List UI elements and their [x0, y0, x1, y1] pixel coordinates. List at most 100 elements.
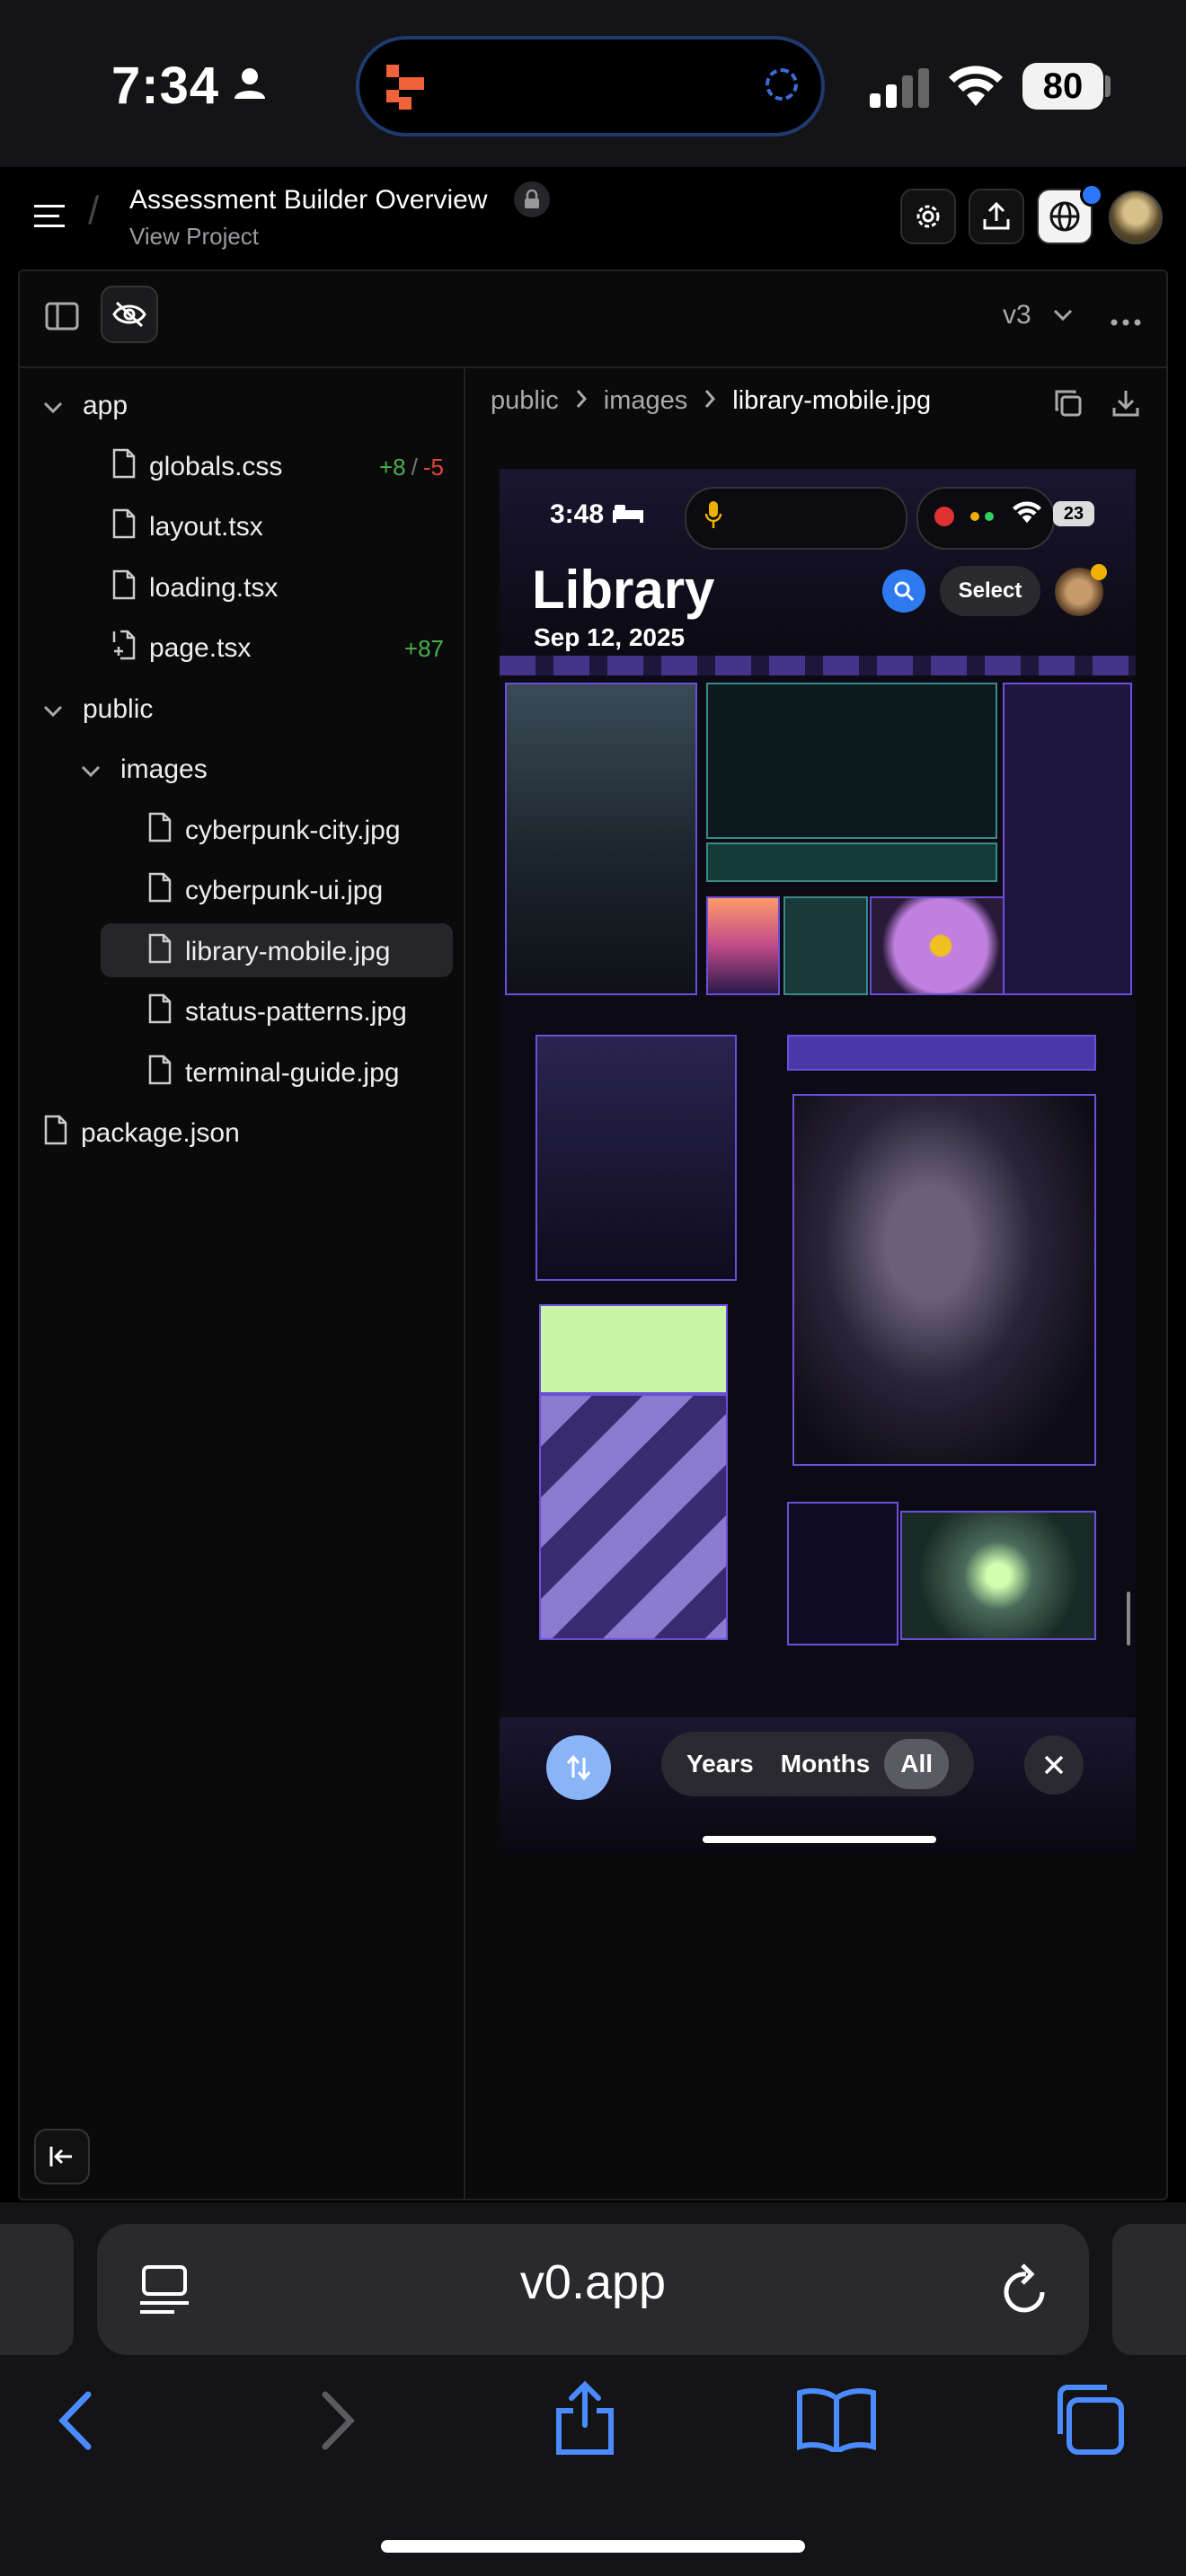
settings-button[interactable] — [900, 189, 956, 244]
chevron-down-icon — [43, 694, 63, 725]
tree-item-status-patterns-jpg[interactable]: status-patterns.jpg — [111, 985, 449, 1039]
copy-icon[interactable] — [1053, 388, 1084, 423]
menu-icon[interactable] — [34, 203, 66, 234]
tree-item-label: cyberpunk-city.jpg — [185, 816, 401, 845]
tree-item-label: public — [83, 694, 154, 724]
gallery-photo — [783, 896, 868, 995]
home-indicator — [381, 2540, 805, 2553]
lock-icon — [514, 181, 550, 217]
diff-removed: -5 — [422, 454, 444, 481]
file-plus-icon — [111, 630, 137, 667]
gallery-photo — [706, 896, 780, 995]
file-icon — [147, 933, 173, 971]
eye-off-icon — [112, 301, 146, 328]
collapse-sidebar-button[interactable] — [34, 2129, 90, 2184]
bookmarks-icon[interactable] — [796, 2386, 877, 2457]
project-title[interactable]: Assessment Builder Overview — [129, 185, 487, 216]
image-preview[interactable]: 3:48 23 Library Sep 12, 2025 Select Year… — [500, 469, 1136, 1854]
tree-item-cyberpunk-ui-jpg[interactable]: cyberpunk-ui.jpg — [111, 864, 449, 918]
tree-item-public[interactable]: public — [38, 683, 449, 737]
version-selector[interactable]: v3 — [1003, 300, 1031, 331]
sidebar-toggle-icon[interactable] — [45, 302, 79, 335]
app-logo-icon — [386, 65, 426, 114]
gear-icon — [916, 205, 940, 228]
cellular-signal-icon — [870, 68, 933, 112]
tree-item-app[interactable]: app — [38, 379, 449, 433]
gallery-photo — [505, 683, 697, 995]
tree-item-page-tsx[interactable]: page.tsx +87 — [75, 622, 449, 675]
breadcrumb-images[interactable]: images — [604, 386, 688, 416]
diff-added: +8 — [378, 454, 406, 481]
gallery-photo — [792, 1094, 1096, 1466]
dynamic-island[interactable] — [356, 36, 825, 137]
battery-indicator: 80 — [1022, 63, 1103, 110]
tree-item-layout-tsx[interactable]: layout.tsx — [75, 500, 449, 554]
gallery-photo — [539, 1394, 728, 1640]
preview-battery: 23 — [1053, 501, 1094, 526]
share-icon[interactable] — [552, 2380, 618, 2460]
file-icon — [147, 872, 173, 910]
breadcrumb-public[interactable]: public — [491, 386, 559, 416]
segment-all: All — [884, 1739, 950, 1789]
hide-preview-button[interactable] — [101, 286, 158, 343]
chevron-down-icon — [81, 754, 101, 785]
file-icon — [43, 1115, 68, 1152]
gallery-strip — [500, 656, 1136, 675]
tree-item-library-mobile-jpg[interactable]: library-mobile.jpg — [111, 925, 449, 979]
download-icon[interactable] — [1111, 388, 1141, 423]
wifi-icon — [947, 63, 1005, 112]
microphone-icon — [704, 501, 722, 533]
reload-icon[interactable] — [999, 2260, 1053, 2324]
status-time: 7:34 — [111, 57, 220, 115]
tree-item-globals-css[interactable]: globals.css +8/-5 — [75, 440, 449, 494]
tabs-icon[interactable] — [1051, 2382, 1125, 2460]
file-icon — [147, 993, 173, 1031]
gallery-photo — [706, 842, 997, 882]
chevron-down-icon — [43, 391, 63, 421]
preview-home-indicator — [703, 1836, 936, 1843]
battery-cap — [1105, 75, 1111, 97]
share-button[interactable] — [969, 189, 1024, 244]
forward-icon[interactable] — [314, 2389, 359, 2457]
sort-icon — [546, 1735, 611, 1800]
preview-scrollbar — [1127, 1592, 1130, 1645]
gallery-photo — [706, 683, 997, 839]
gallery-photo — [900, 1511, 1096, 1640]
tree-item-cyberpunk-city-jpg[interactable]: cyberpunk-city.jpg — [111, 804, 449, 858]
notification-dot — [1080, 183, 1103, 207]
chevron-down-icon[interactable] — [1053, 309, 1073, 326]
tree-item-images[interactable]: images — [75, 743, 449, 797]
file-icon — [111, 448, 137, 486]
tree-item-label: status-patterns.jpg — [185, 997, 407, 1027]
tree-item-terminal-guide-jpg[interactable]: terminal-guide.jpg — [111, 1046, 449, 1100]
segment-months: Months — [780, 1750, 871, 1778]
preview-avatar-dot — [1091, 564, 1107, 580]
person-icon — [232, 65, 268, 105]
bed-icon — [613, 503, 643, 527]
tree-item-label: layout.tsx — [149, 512, 263, 542]
gallery-photo — [787, 1035, 1096, 1071]
globe-icon — [1049, 201, 1080, 232]
privacy-dot-green — [985, 512, 994, 521]
segment-years: Years — [686, 1750, 754, 1778]
gallery-photo — [787, 1502, 898, 1645]
close-icon — [1024, 1735, 1084, 1795]
back-icon[interactable] — [54, 2389, 99, 2457]
upload-icon — [983, 201, 1010, 230]
gallery-photo — [1003, 683, 1132, 995]
tree-item-loading-tsx[interactable]: loading.tsx — [75, 561, 449, 615]
view-project-link[interactable]: View Project — [129, 223, 259, 251]
privacy-dot-yellow — [970, 512, 979, 521]
tree-item-label: images — [120, 754, 208, 784]
user-avatar[interactable] — [1109, 190, 1163, 244]
tree-item-package-json[interactable]: package.json — [38, 1107, 449, 1160]
preview-select-button: Select — [940, 566, 1040, 616]
more-icon[interactable] — [1111, 314, 1141, 331]
diff-added: +87 — [403, 635, 444, 662]
diff-stats: +8/-5 — [379, 452, 444, 482]
record-indicator — [934, 507, 954, 526]
chevron-right-icon — [575, 386, 588, 416]
tree-item-label: library-mobile.jpg — [185, 937, 391, 966]
panel-toolbar — [20, 271, 1166, 368]
tree-item-label: terminal-guide.jpg — [185, 1058, 400, 1088]
